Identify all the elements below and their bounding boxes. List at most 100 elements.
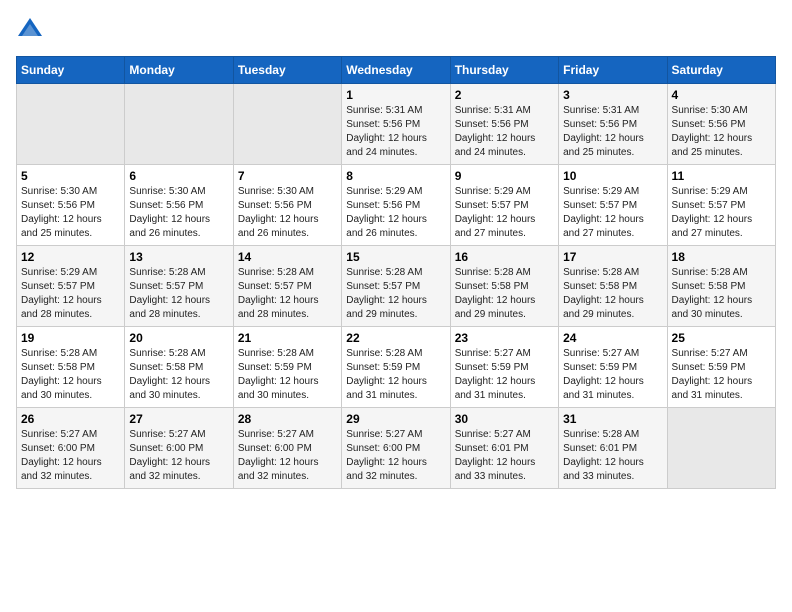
calendar-cell: 18 Sunrise: 5:28 AM Sunset: 5:58 PM Dayli… (667, 246, 775, 327)
day-info: Sunrise: 5:27 AM Sunset: 5:59 PM Dayligh… (672, 347, 771, 403)
day-info: Sunrise: 5:29 AM Sunset: 5:56 PM Dayligh… (346, 185, 445, 241)
day-number: 11 (672, 169, 771, 183)
day-info: Sunrise: 5:28 AM Sunset: 5:58 PM Dayligh… (672, 266, 771, 322)
day-info: Sunrise: 5:30 AM Sunset: 5:56 PM Dayligh… (129, 185, 228, 241)
weekday-header: Thursday (450, 57, 558, 84)
calendar-cell: 4 Sunrise: 5:30 AM Sunset: 5:56 PM Daylig… (667, 84, 775, 165)
calendar-week-row: 5 Sunrise: 5:30 AM Sunset: 5:56 PM Daylig… (17, 165, 776, 246)
calendar-cell: 8 Sunrise: 5:29 AM Sunset: 5:56 PM Daylig… (342, 165, 450, 246)
weekday-header: Monday (125, 57, 233, 84)
day-info: Sunrise: 5:29 AM Sunset: 5:57 PM Dayligh… (672, 185, 771, 241)
day-number: 10 (563, 169, 662, 183)
day-number: 31 (563, 412, 662, 426)
day-info: Sunrise: 5:28 AM Sunset: 5:57 PM Dayligh… (129, 266, 228, 322)
day-info: Sunrise: 5:28 AM Sunset: 5:58 PM Dayligh… (455, 266, 554, 322)
day-info: Sunrise: 5:28 AM Sunset: 5:58 PM Dayligh… (21, 347, 120, 403)
calendar-cell: 25 Sunrise: 5:27 AM Sunset: 5:59 PM Dayli… (667, 327, 775, 408)
day-number: 29 (346, 412, 445, 426)
logo (16, 16, 46, 44)
day-number: 24 (563, 331, 662, 345)
day-info: Sunrise: 5:29 AM Sunset: 5:57 PM Dayligh… (455, 185, 554, 241)
calendar-cell: 21 Sunrise: 5:28 AM Sunset: 5:59 PM Dayli… (233, 327, 341, 408)
day-number: 1 (346, 88, 445, 102)
day-number: 27 (129, 412, 228, 426)
day-number: 9 (455, 169, 554, 183)
day-number: 30 (455, 412, 554, 426)
calendar-cell: 11 Sunrise: 5:29 AM Sunset: 5:57 PM Dayli… (667, 165, 775, 246)
day-info: Sunrise: 5:27 AM Sunset: 6:01 PM Dayligh… (455, 428, 554, 484)
day-number: 17 (563, 250, 662, 264)
day-info: Sunrise: 5:27 AM Sunset: 6:00 PM Dayligh… (21, 428, 120, 484)
day-number: 13 (129, 250, 228, 264)
calendar-cell (125, 84, 233, 165)
day-info: Sunrise: 5:31 AM Sunset: 5:56 PM Dayligh… (455, 104, 554, 160)
day-info: Sunrise: 5:30 AM Sunset: 5:56 PM Dayligh… (238, 185, 337, 241)
page-header (16, 16, 776, 44)
day-info: Sunrise: 5:27 AM Sunset: 5:59 PM Dayligh… (455, 347, 554, 403)
calendar-cell: 14 Sunrise: 5:28 AM Sunset: 5:57 PM Dayli… (233, 246, 341, 327)
day-number: 18 (672, 250, 771, 264)
page-container: SundayMondayTuesdayWednesdayThursdayFrid… (0, 0, 792, 497)
day-info: Sunrise: 5:28 AM Sunset: 5:59 PM Dayligh… (346, 347, 445, 403)
calendar-table: SundayMondayTuesdayWednesdayThursdayFrid… (16, 56, 776, 489)
day-info: Sunrise: 5:29 AM Sunset: 5:57 PM Dayligh… (21, 266, 120, 322)
calendar-cell: 23 Sunrise: 5:27 AM Sunset: 5:59 PM Dayli… (450, 327, 558, 408)
calendar-cell: 1Sunrise: 5:31 AM Sunset: 5:56 PM Daylig… (342, 84, 450, 165)
day-number: 20 (129, 331, 228, 345)
day-number: 21 (238, 331, 337, 345)
calendar-header-row: SundayMondayTuesdayWednesdayThursdayFrid… (17, 57, 776, 84)
day-number: 23 (455, 331, 554, 345)
calendar-cell: 9 Sunrise: 5:29 AM Sunset: 5:57 PM Daylig… (450, 165, 558, 246)
day-info: Sunrise: 5:28 AM Sunset: 5:57 PM Dayligh… (346, 266, 445, 322)
day-number: 26 (21, 412, 120, 426)
calendar-cell: 27 Sunrise: 5:27 AM Sunset: 6:00 PM Dayli… (125, 408, 233, 489)
calendar-cell: 10 Sunrise: 5:29 AM Sunset: 5:57 PM Dayli… (559, 165, 667, 246)
weekday-header: Sunday (17, 57, 125, 84)
weekday-header: Saturday (667, 57, 775, 84)
calendar-cell: 3Sunrise: 5:31 AM Sunset: 5:56 PM Daylig… (559, 84, 667, 165)
calendar-cell: 13 Sunrise: 5:28 AM Sunset: 5:57 PM Dayli… (125, 246, 233, 327)
day-number: 4 (672, 88, 771, 102)
calendar-cell: 16 Sunrise: 5:28 AM Sunset: 5:58 PM Dayli… (450, 246, 558, 327)
calendar-cell: 15Sunrise: 5:28 AM Sunset: 5:57 PM Dayli… (342, 246, 450, 327)
calendar-cell: 31 Sunrise: 5:28 AM Sunset: 6:01 PM Dayli… (559, 408, 667, 489)
weekday-header: Wednesday (342, 57, 450, 84)
calendar-cell: 6 Sunrise: 5:30 AM Sunset: 5:56 PM Daylig… (125, 165, 233, 246)
calendar-cell: 24 Sunrise: 5:27 AM Sunset: 5:59 PM Dayli… (559, 327, 667, 408)
calendar-cell: 22 Sunrise: 5:28 AM Sunset: 5:59 PM Dayli… (342, 327, 450, 408)
day-number: 5 (21, 169, 120, 183)
calendar-week-row: 19 Sunrise: 5:28 AM Sunset: 5:58 PM Dayli… (17, 327, 776, 408)
day-number: 16 (455, 250, 554, 264)
calendar-cell: 17 Sunrise: 5:28 AM Sunset: 5:58 PM Dayli… (559, 246, 667, 327)
day-info: Sunrise: 5:30 AM Sunset: 5:56 PM Dayligh… (21, 185, 120, 241)
calendar-cell (233, 84, 341, 165)
day-number: 7 (238, 169, 337, 183)
day-number: 22 (346, 331, 445, 345)
day-number: 19 (21, 331, 120, 345)
day-info: Sunrise: 5:27 AM Sunset: 6:00 PM Dayligh… (346, 428, 445, 484)
calendar-week-row: 1 Sunrise: 5:31 AM Sunset: 5:56 PM Daylig… (17, 84, 776, 165)
day-info: Sunrise: 5:28 AM Sunset: 5:58 PM Dayligh… (563, 266, 662, 322)
day-number: 14 (238, 250, 337, 264)
day-info: Sunrise: 5:30 AM Sunset: 5:56 PM Dayligh… (672, 104, 771, 160)
calendar-cell: 7 Sunrise: 5:30 AM Sunset: 5:56 PM Daylig… (233, 165, 341, 246)
day-number: 25 (672, 331, 771, 345)
day-number: 28 (238, 412, 337, 426)
day-info: Sunrise: 5:27 AM Sunset: 6:00 PM Dayligh… (238, 428, 337, 484)
calendar-cell: 20 Sunrise: 5:28 AM Sunset: 5:58 PM Dayli… (125, 327, 233, 408)
day-info: Sunrise: 5:28 AM Sunset: 5:57 PM Dayligh… (238, 266, 337, 322)
day-info: Sunrise: 5:28 AM Sunset: 5:58 PM Dayligh… (129, 347, 228, 403)
day-info: Sunrise: 5:29 AM Sunset: 5:57 PM Dayligh… (563, 185, 662, 241)
day-info: Sunrise: 5:28 AM Sunset: 6:01 PM Dayligh… (563, 428, 662, 484)
calendar-cell: 29 Sunrise: 5:27 AM Sunset: 6:00 PM Dayli… (342, 408, 450, 489)
day-info: Sunrise: 5:28 AM Sunset: 5:59 PM Dayligh… (238, 347, 337, 403)
day-info: Sunrise: 5:27 AM Sunset: 5:59 PM Dayligh… (563, 347, 662, 403)
calendar-week-row: 26 Sunrise: 5:27 AM Sunset: 6:00 PM Dayli… (17, 408, 776, 489)
calendar-cell: 28 Sunrise: 5:27 AM Sunset: 6:00 PM Dayli… (233, 408, 341, 489)
day-number: 6 (129, 169, 228, 183)
day-info: Sunrise: 5:27 AM Sunset: 6:00 PM Dayligh… (129, 428, 228, 484)
day-number: 2 (455, 88, 554, 102)
day-number: 8 (346, 169, 445, 183)
calendar-cell: 19 Sunrise: 5:28 AM Sunset: 5:58 PM Dayli… (17, 327, 125, 408)
day-info: Sunrise: 5:31 AM Sunset: 5:56 PM Dayligh… (563, 104, 662, 160)
